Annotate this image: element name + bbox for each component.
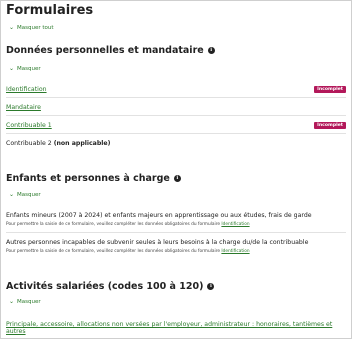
chevron-down-icon: ⌄ — [9, 65, 15, 72]
chevron-down-icon: ⌄ — [9, 24, 15, 31]
form-row-mandataire: Mandataire — [6, 104, 346, 111]
form-link-salaried-main[interactable]: Principale, accessoire, allocations non … — [6, 321, 332, 335]
form-row-identification: Identification Incomplet — [6, 86, 346, 93]
hint-link-identification[interactable]: Identification — [221, 249, 249, 254]
status-badge: Incomplet — [314, 86, 346, 93]
hide-all-toggle[interactable]: ⌄ Masquer tout — [9, 24, 54, 31]
form-row-salaried: Principale, accessoire, allocations non … — [6, 321, 346, 335]
form-hint: Pour permettre la saisie de ce formulair… — [6, 249, 250, 254]
divider — [6, 232, 346, 233]
section-1-hide-toggle[interactable]: ⌄ Masquer — [9, 65, 41, 72]
hint-link-identification[interactable]: Identification — [221, 222, 249, 227]
not-applicable-note: (non applicable) — [53, 140, 111, 147]
section-title-salaried: Activités salariées (codes 100 à 120) i — [6, 281, 215, 292]
section-2-hide-toggle[interactable]: ⌄ Masquer — [9, 191, 41, 198]
status-badge: Incomplet — [314, 122, 346, 129]
info-icon[interactable]: i — [207, 283, 215, 290]
info-icon[interactable]: i — [207, 47, 215, 54]
form-row-contribuable-1: Contribuable 1 Incomplet — [6, 122, 346, 129]
form-hint: Pour permettre la saisie de ce formulair… — [6, 222, 250, 227]
divider — [6, 115, 346, 116]
form-label-contribuable-2: Contribuable 2 — [6, 140, 52, 147]
hide-all-label: Masquer tout — [17, 24, 54, 31]
form-label-children: Enfants mineurs (2007 à 2024) et enfants… — [6, 212, 312, 219]
form-row-contribuable-2: Contribuable 2 (non applicable) — [6, 140, 346, 147]
divider — [6, 97, 346, 98]
form-row-dependents: Autres personnes incapables de subvenir … — [6, 239, 346, 246]
form-link-mandataire[interactable]: Mandataire — [6, 104, 41, 111]
form-link-contribuable-1[interactable]: Contribuable 1 — [6, 122, 52, 129]
divider — [6, 133, 346, 134]
chevron-down-icon: ⌄ — [9, 298, 15, 305]
section-title-children: Enfants et personnes à charge i — [6, 173, 181, 184]
section-title-personal-data: Données personnelles et mandataire i — [6, 45, 215, 56]
info-icon[interactable]: i — [173, 175, 181, 182]
form-label-dependents: Autres personnes incapables de subvenir … — [6, 239, 309, 246]
section-3-hide-toggle[interactable]: ⌄ Masquer — [9, 298, 41, 305]
form-link-identification[interactable]: Identification — [6, 86, 47, 93]
form-row-children: Enfants mineurs (2007 à 2024) et enfants… — [6, 212, 346, 219]
chevron-down-icon: ⌄ — [9, 191, 15, 198]
page-title: Formulaires — [6, 3, 94, 18]
